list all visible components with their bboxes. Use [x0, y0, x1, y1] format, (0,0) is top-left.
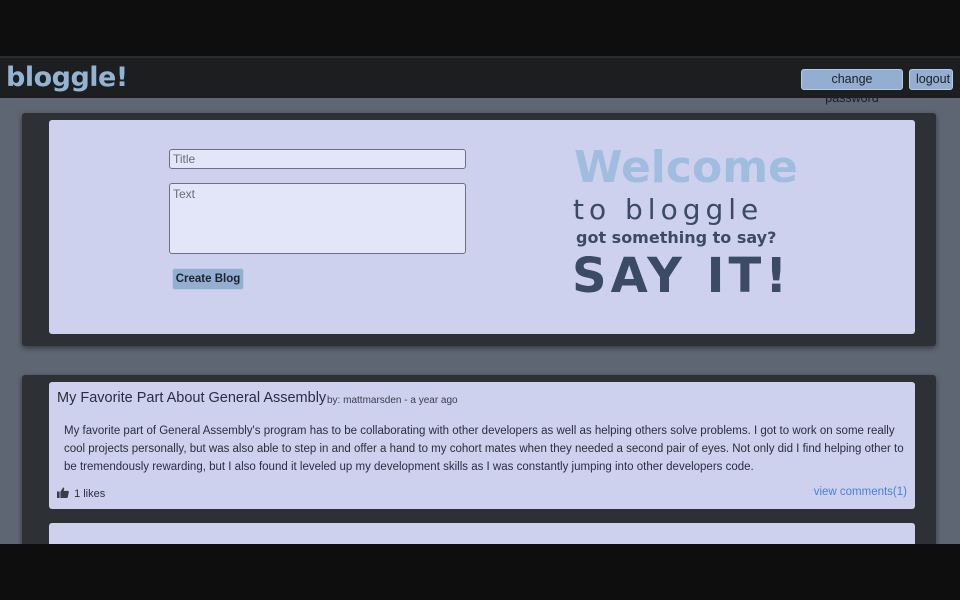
thumbs-up-icon [57, 487, 69, 498]
view-comments-link[interactable]: view comments(1) [814, 486, 907, 498]
change-password-button[interactable]: change password [801, 69, 903, 105]
welcome-line-4: SAY IT! [572, 248, 792, 304]
post-body: My favorite part of General Assembly's p… [64, 425, 904, 473]
title-input[interactable] [169, 149, 466, 169]
compose-panel: Create Blog Welcome to bloggle got somet… [22, 113, 936, 346]
create-blog-button[interactable]: Create Blog [172, 268, 244, 290]
welcome-banner: Welcome to bloggle got something to say?… [569, 142, 829, 312]
post-card-next [49, 523, 915, 544]
welcome-line-3: got something to say? [576, 228, 777, 247]
welcome-line-1: Welcome [574, 142, 798, 193]
app-viewport: bloggle! change password logout Create B… [0, 56, 960, 544]
post-meta: by: mattmarsden - a year ago [327, 395, 458, 406]
post-title: My Favorite Part About General Assembly [57, 390, 327, 406]
navbar: bloggle! change password logout [0, 56, 960, 105]
welcome-line-2: to bloggle [573, 193, 764, 226]
text-input[interactable] [169, 183, 466, 254]
post-card: My Favorite Part About General Assembly … [49, 382, 915, 509]
logout-button[interactable]: logout [909, 69, 953, 90]
compose-card: Create Blog Welcome to bloggle got somet… [49, 120, 915, 334]
brand-logo[interactable]: bloggle! [6, 60, 128, 96]
likes-count: 1 likes [74, 488, 106, 500]
likes-button[interactable]: 1 likes [57, 487, 105, 500]
posts-panel: My Favorite Part About General Assembly … [22, 375, 936, 544]
